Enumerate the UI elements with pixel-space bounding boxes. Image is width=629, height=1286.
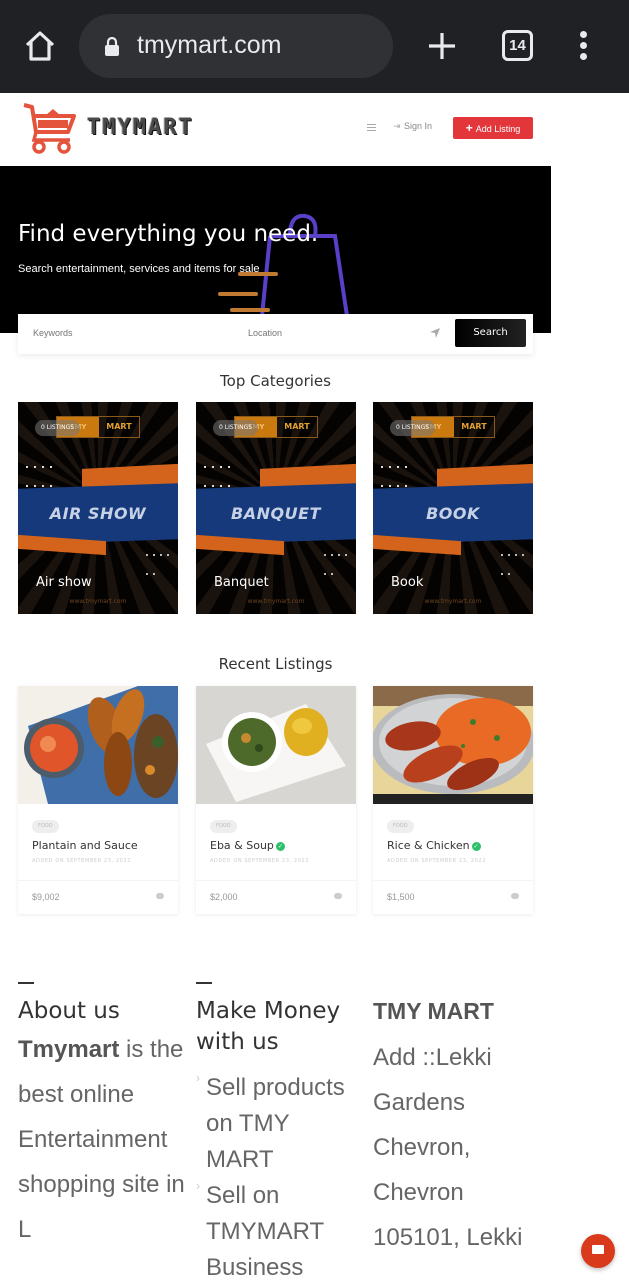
lock-icon xyxy=(105,37,119,56)
listing-date: ADDED ON SEPTEMBER 23, 2022 xyxy=(32,858,131,864)
recent-listings-title: Recent Listings xyxy=(218,655,333,673)
category-site-text: www.tmymart.com xyxy=(69,598,127,605)
category-name: Air show xyxy=(36,575,92,590)
listing-title[interactable]: Eba & Soup ✓ xyxy=(210,839,285,852)
new-tab-icon[interactable] xyxy=(425,29,459,63)
category-tag[interactable]: FOOD xyxy=(387,820,414,833)
footer-link-sell-business[interactable]: Sell on TMYMART Business xyxy=(196,1168,361,1286)
chat-button[interactable] xyxy=(581,1234,615,1268)
category-name: Book xyxy=(391,575,424,590)
listing-count-badge: 0 LISTINGS xyxy=(390,420,436,436)
listing-count-badge: 0 LISTINGS xyxy=(35,420,81,436)
overflow-menu-icon[interactable] xyxy=(577,31,589,61)
footer-about: About us Tmymart is the best online Ente… xyxy=(18,982,188,1252)
contact-address: Add ::Lekki Gardens Chevron, Chevron 105… xyxy=(373,1044,523,1251)
verified-badge-icon: ✓ xyxy=(471,842,481,851)
listing-card-eba-and-soup[interactable]: FOOD Eba & Soup ✓ ADDED ON SEPTEMBER 23, … xyxy=(196,686,356,914)
footer-contact: TMY MART Add ::Lekki Gardens Chevron, Ch… xyxy=(373,996,533,1260)
sign-in-label: Sign In xyxy=(404,121,433,131)
divider xyxy=(196,982,212,984)
listing-price: $1,500 xyxy=(387,892,415,902)
address-bar[interactable]: tmymart.com xyxy=(79,14,393,78)
comment-icon[interactable] xyxy=(511,893,519,899)
category-tag[interactable]: FOOD xyxy=(32,820,59,833)
category-card-book[interactable]: TMY MART 0 LISTINGS BOOK Book www.tmymar… xyxy=(373,402,533,614)
listing-title[interactable]: Plantain and Sauce xyxy=(32,839,138,852)
plus-icon: + xyxy=(465,121,473,135)
footer-make-money: Make Money with us Sell products on TMY … xyxy=(196,982,361,1286)
logo-wordmark[interactable]: TMYMART xyxy=(87,115,194,140)
home-icon[interactable] xyxy=(22,28,58,64)
chat-icon xyxy=(592,1245,604,1254)
comment-icon[interactable] xyxy=(156,893,164,899)
listing-price: $2,000 xyxy=(210,892,238,902)
category-banner-text: BANQUET xyxy=(231,504,321,523)
listing-title[interactable]: Rice & Chicken ✓ xyxy=(387,839,481,852)
make-money-title: Make Money with us xyxy=(196,998,341,1055)
search-button[interactable]: Search xyxy=(455,319,526,347)
listing-card-rice-and-chicken[interactable]: FOOD Rice & Chicken ✓ ADDED ON SEPTEMBER … xyxy=(373,686,533,914)
add-listing-label: Add Listing xyxy=(475,124,521,134)
top-categories-title: Top Categories xyxy=(220,372,331,390)
location-input[interactable] xyxy=(248,328,408,338)
about-title: About us xyxy=(18,998,120,1024)
search-bar: Search xyxy=(18,314,533,354)
listing-date: ADDED ON SEPTEMBER 23, 2022 xyxy=(387,858,486,864)
cart-logo-icon[interactable] xyxy=(22,102,78,154)
add-listing-button[interactable]: + Add Listing xyxy=(453,117,533,139)
sign-in-link[interactable]: ⇥ Sign In xyxy=(393,121,432,131)
listing-price: $9,002 xyxy=(32,892,60,902)
hero-title: Find everything you need. xyxy=(18,221,319,247)
url-text: tmymart.com xyxy=(137,31,282,59)
listing-image[interactable] xyxy=(373,686,533,804)
listing-date: ADDED ON SEPTEMBER 23, 2022 xyxy=(210,858,309,864)
sign-in-icon: ⇥ xyxy=(393,121,401,131)
listing-image[interactable] xyxy=(196,686,356,804)
category-card-banquet[interactable]: TMY MART 0 LISTINGS BANQUET Banquet www.… xyxy=(196,402,356,614)
category-site-text: www.tmymart.com xyxy=(247,598,305,605)
category-banner-text: BOOK xyxy=(426,504,480,523)
comment-icon[interactable] xyxy=(334,893,342,899)
hero-subtitle: Search entertainment, services and items… xyxy=(18,263,260,275)
about-text: Tmymart is the best online Entertainment… xyxy=(18,1036,185,1243)
listing-image[interactable] xyxy=(18,686,178,804)
category-name: Banquet xyxy=(214,575,269,590)
footer-link-sell-products[interactable]: Sell products on TMY MART xyxy=(196,1060,361,1178)
contact-title: TMY MART xyxy=(373,998,494,1024)
keywords-input[interactable] xyxy=(33,328,213,338)
browser-toolbar: tmymart.com 14 xyxy=(0,0,629,93)
verified-badge-icon: ✓ xyxy=(275,842,285,851)
divider xyxy=(18,982,34,984)
category-site-text: www.tmymart.com xyxy=(424,598,482,605)
category-banner-text: AIR SHOW xyxy=(49,504,147,523)
listing-card-plantain-and-sauce[interactable]: FOOD Plantain and Sauce ADDED ON SEPTEMB… xyxy=(18,686,178,914)
listing-count-badge: 0 LISTINGS xyxy=(213,420,259,436)
menu-icon[interactable] xyxy=(367,124,376,132)
category-card-air-show[interactable]: TMY MART 0 LISTINGS AIR SHOW Air show ww… xyxy=(18,402,178,614)
site-header: TMYMART ⇥ Sign In + Add Listing xyxy=(0,93,629,166)
tab-switcher-button[interactable]: 14 xyxy=(502,30,533,61)
locate-arrow-icon[interactable] xyxy=(430,328,440,338)
hero-banner: Find everything you need. Search enterta… xyxy=(0,166,551,333)
category-tag[interactable]: FOOD xyxy=(210,820,237,833)
